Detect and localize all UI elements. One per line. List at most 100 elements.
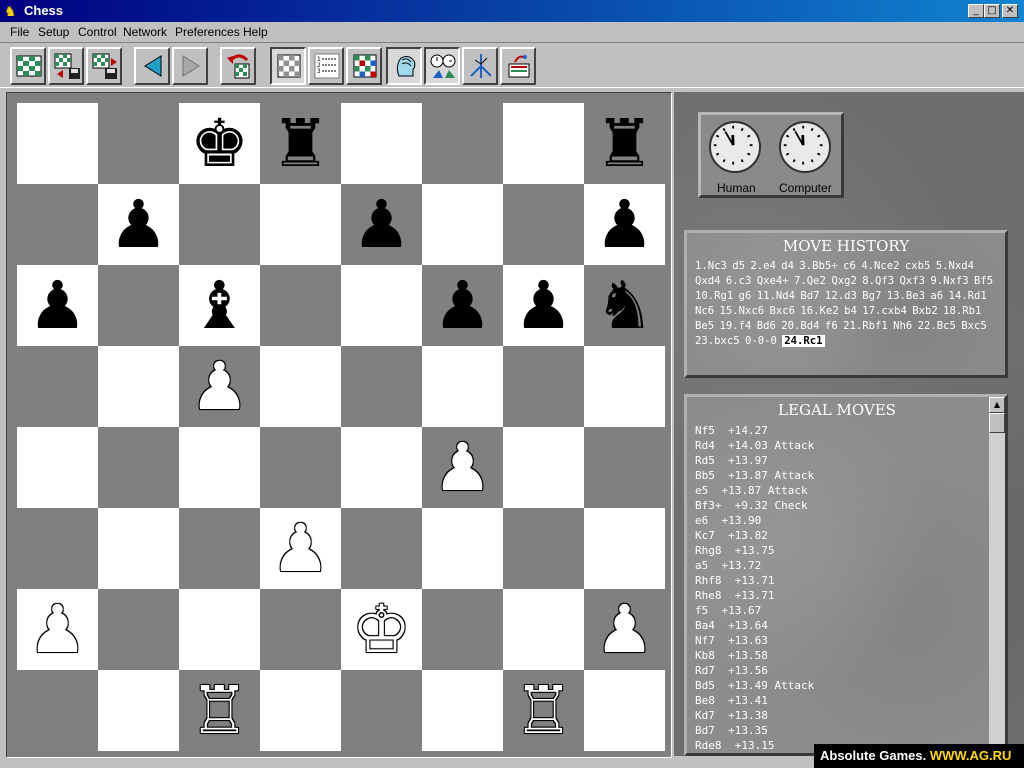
legal-move-item[interactable]: Nf5 +14.27 bbox=[695, 423, 985, 438]
legal-move-item[interactable]: Kc7 +13.82 bbox=[695, 528, 985, 543]
square-a5[interactable] bbox=[17, 346, 98, 427]
legal-move-item[interactable]: Bd7 +13.35 bbox=[695, 723, 985, 738]
piece-g6[interactable]: ♟ bbox=[503, 265, 584, 346]
piece-c6[interactable]: ♝ bbox=[179, 265, 260, 346]
square-e1[interactable] bbox=[341, 670, 422, 751]
legal-move-item[interactable]: Bd5 +13.49 Attack bbox=[695, 678, 985, 693]
legal-moves-scrollbar[interactable]: ▲ bbox=[989, 397, 1005, 753]
legal-move-item[interactable]: e6 +13.90 bbox=[695, 513, 985, 528]
legal-move-item[interactable]: Be8 +13.41 bbox=[695, 693, 985, 708]
square-f5[interactable] bbox=[422, 346, 503, 427]
square-b3[interactable] bbox=[98, 508, 179, 589]
square-a3[interactable] bbox=[17, 508, 98, 589]
square-e5[interactable] bbox=[341, 346, 422, 427]
square-d7[interactable] bbox=[260, 184, 341, 265]
piece-h7[interactable]: ♟ bbox=[584, 184, 665, 265]
legal-move-item[interactable]: Ba4 +13.64 bbox=[695, 618, 985, 633]
square-g7[interactable] bbox=[503, 184, 584, 265]
legal-move-item[interactable]: a5 +13.72 bbox=[695, 558, 985, 573]
legal-move-item[interactable]: Kb8 +13.58 bbox=[695, 648, 985, 663]
square-c7[interactable] bbox=[179, 184, 260, 265]
menu-preferences[interactable]: Preferences bbox=[175, 25, 240, 39]
square-f1[interactable] bbox=[422, 670, 503, 751]
new-game-button[interactable] bbox=[10, 47, 46, 85]
square-g5[interactable] bbox=[503, 346, 584, 427]
piece-d8[interactable]: ♜ bbox=[260, 103, 341, 184]
square-b8[interactable] bbox=[98, 103, 179, 184]
menu-setup[interactable]: Setup bbox=[38, 25, 69, 39]
notation-button[interactable]: 1 2 3 bbox=[308, 47, 344, 85]
menu-control[interactable]: Control bbox=[78, 25, 117, 39]
square-b6[interactable] bbox=[98, 265, 179, 346]
square-h3[interactable] bbox=[584, 508, 665, 589]
menu-help[interactable]: Help bbox=[243, 25, 268, 39]
square-h5[interactable] bbox=[584, 346, 665, 427]
legal-move-item[interactable]: Bb5 +13.87 Attack bbox=[695, 468, 985, 483]
square-g3[interactable] bbox=[503, 508, 584, 589]
piece-a2[interactable]: ♟ bbox=[17, 589, 98, 670]
back-button[interactable] bbox=[134, 47, 170, 85]
square-h1[interactable] bbox=[584, 670, 665, 751]
square-h4[interactable] bbox=[584, 427, 665, 508]
piece-f4[interactable]: ♟ bbox=[422, 427, 503, 508]
scroll-up-button[interactable]: ▲ bbox=[989, 397, 1005, 413]
square-b5[interactable] bbox=[98, 346, 179, 427]
square-c4[interactable] bbox=[179, 427, 260, 508]
square-a4[interactable] bbox=[17, 427, 98, 508]
legal-move-item[interactable]: e5 +13.87 Attack bbox=[695, 483, 985, 498]
hint-button[interactable] bbox=[386, 47, 422, 85]
maximize-button[interactable]: □ bbox=[984, 4, 1000, 18]
save-game-button[interactable] bbox=[86, 47, 122, 85]
legal-move-item[interactable]: Rd5 +13.97 bbox=[695, 453, 985, 468]
legal-move-item[interactable]: Rd7 +13.56 bbox=[695, 663, 985, 678]
minimize-button[interactable]: _ bbox=[968, 4, 984, 18]
clocks-button[interactable] bbox=[424, 47, 460, 85]
square-d1[interactable] bbox=[260, 670, 341, 751]
square-b1[interactable] bbox=[98, 670, 179, 751]
square-c3[interactable] bbox=[179, 508, 260, 589]
square-f8[interactable] bbox=[422, 103, 503, 184]
square-e8[interactable] bbox=[341, 103, 422, 184]
legal-move-item[interactable]: Kd7 +13.38 bbox=[695, 708, 985, 723]
square-g4[interactable] bbox=[503, 427, 584, 508]
chess-board[interactable]: ♚ ♜ ♜ ♟ ♟ ♟ ♟ ♝ ♟ ♟ ♞ ♟ ♟ ♟ ♟ ♔ ♟ ♖ ♖ bbox=[17, 103, 665, 751]
legal-move-item[interactable]: Rhe8 +13.71 bbox=[695, 588, 985, 603]
square-a1[interactable] bbox=[17, 670, 98, 751]
flip-board-button[interactable] bbox=[346, 47, 382, 85]
piece-c1[interactable]: ♖ bbox=[179, 670, 260, 751]
menu-network[interactable]: Network bbox=[123, 25, 167, 39]
square-d5[interactable] bbox=[260, 346, 341, 427]
square-a7[interactable] bbox=[17, 184, 98, 265]
legal-move-item[interactable]: Rhf8 +13.71 bbox=[695, 573, 985, 588]
piece-h8[interactable]: ♜ bbox=[584, 103, 665, 184]
piece-f6[interactable]: ♟ bbox=[422, 265, 503, 346]
network-button[interactable] bbox=[500, 47, 536, 85]
piece-a6[interactable]: ♟ bbox=[17, 265, 98, 346]
square-b2[interactable] bbox=[98, 589, 179, 670]
analysis-button[interactable] bbox=[462, 47, 498, 85]
board-view-button[interactable] bbox=[270, 47, 306, 85]
piece-c5[interactable]: ♟ bbox=[179, 346, 260, 427]
legal-move-item[interactable]: Nf7 +13.63 bbox=[695, 633, 985, 648]
piece-b7[interactable]: ♟ bbox=[98, 184, 179, 265]
piece-c8[interactable]: ♚ bbox=[179, 103, 260, 184]
piece-e2[interactable]: ♔ bbox=[341, 589, 422, 670]
square-b4[interactable] bbox=[98, 427, 179, 508]
square-e6[interactable] bbox=[341, 265, 422, 346]
square-g8[interactable] bbox=[503, 103, 584, 184]
piece-g1[interactable]: ♖ bbox=[503, 670, 584, 751]
forward-button[interactable] bbox=[172, 47, 208, 85]
square-c2[interactable] bbox=[179, 589, 260, 670]
square-f7[interactable] bbox=[422, 184, 503, 265]
square-d6[interactable] bbox=[260, 265, 341, 346]
undo-move-button[interactable] bbox=[220, 47, 256, 85]
piece-d3[interactable]: ♟ bbox=[260, 508, 341, 589]
piece-e7[interactable]: ♟ bbox=[341, 184, 422, 265]
square-e4[interactable] bbox=[341, 427, 422, 508]
legal-move-item[interactable]: Bf3+ +9.32 Check bbox=[695, 498, 985, 513]
square-d4[interactable] bbox=[260, 427, 341, 508]
square-g2[interactable] bbox=[503, 589, 584, 670]
scroll-thumb[interactable] bbox=[989, 413, 1005, 433]
menu-file[interactable]: File bbox=[10, 25, 29, 39]
square-d2[interactable] bbox=[260, 589, 341, 670]
